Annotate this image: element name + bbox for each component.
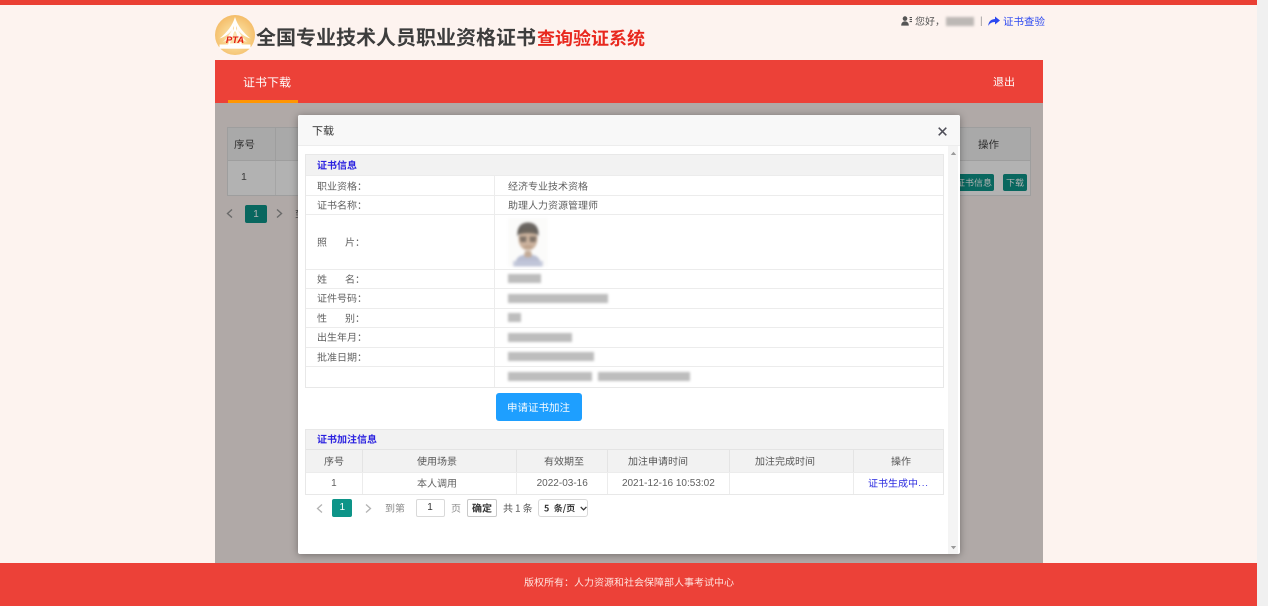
svg-text:PTA: PTA xyxy=(226,35,244,46)
